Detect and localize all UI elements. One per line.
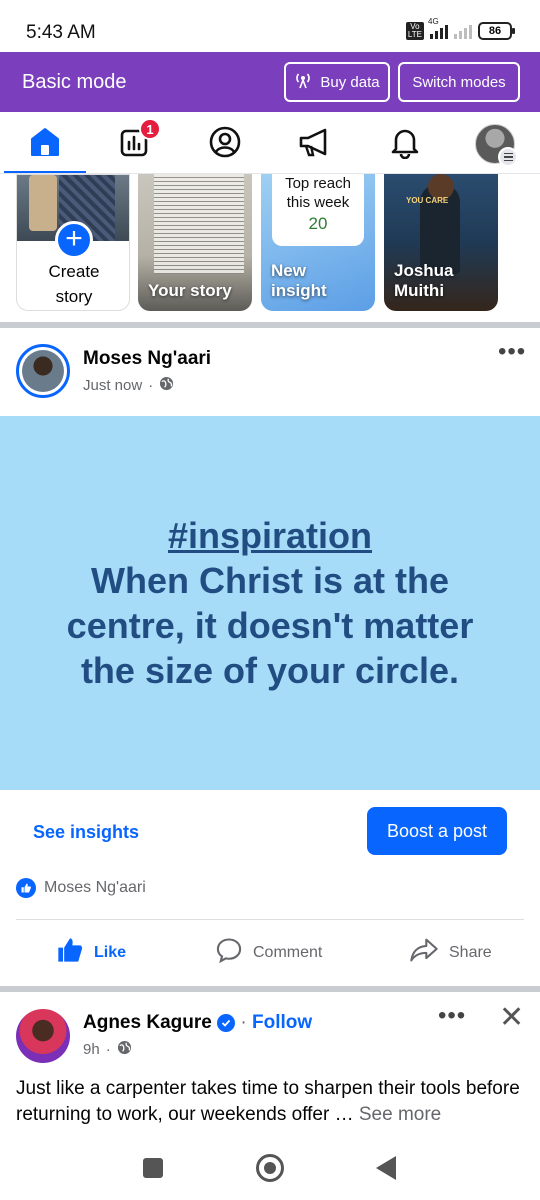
home-icon	[28, 125, 62, 164]
plus-icon: +	[55, 221, 93, 259]
reactions-names: Moses Ng'aari	[44, 879, 146, 896]
nav-ads[interactable]	[293, 122, 337, 166]
close-icon[interactable]: ✕	[499, 1000, 524, 1035]
post-author-line: Agnes Kagure · Follow	[83, 1012, 312, 1034]
switch-modes-button[interactable]: Switch modes	[398, 62, 520, 102]
share-icon	[409, 936, 439, 969]
post-hashtag[interactable]: #inspiration	[168, 515, 372, 556]
battery-icon: 86	[478, 22, 515, 40]
menu-icon	[498, 147, 518, 167]
new-insight-card[interactable]: Top reach this week 20 New insight	[261, 174, 375, 311]
bell-icon	[388, 125, 422, 164]
status-icons: Vo LTE 4G 86	[405, 17, 515, 40]
nav-insights[interactable]: 1	[113, 118, 161, 166]
back-button[interactable]	[376, 1156, 396, 1180]
buy-data-button[interactable]: Buy data	[284, 62, 390, 102]
like-button[interactable]: Like	[56, 936, 126, 969]
friend-story-card[interactable]: YOU CARE Joshua Muithi	[384, 174, 498, 311]
basic-mode-bar: Basic mode Buy data Switch modes	[0, 52, 540, 112]
reactions-summary[interactable]: Moses Ng'aari	[16, 878, 146, 898]
like-reaction-icon	[16, 878, 36, 898]
globe-icon	[117, 1040, 132, 1059]
verified-badge-icon	[217, 1013, 236, 1032]
insight-card-value: 20	[308, 214, 328, 233]
more-options-icon[interactable]: •••	[438, 1002, 466, 1030]
story-label: Joshua Muithi	[394, 261, 454, 300]
volte-icon: Vo LTE	[405, 22, 424, 40]
status-time: 5:43 AM	[26, 22, 96, 43]
nav-menu[interactable]	[473, 122, 518, 167]
basic-mode-title: Basic mode	[22, 71, 127, 93]
globe-icon	[159, 376, 174, 395]
story-overlay-text: YOU CARE	[406, 196, 449, 205]
megaphone-icon	[297, 125, 333, 164]
post-time: 9h	[83, 1041, 100, 1058]
profile-icon	[208, 125, 242, 164]
network-type: 4G	[428, 17, 439, 26]
post-meta: 9h ·	[83, 1040, 132, 1059]
post-content: #inspiration When Christ is at the centr…	[40, 513, 500, 693]
see-more-link[interactable]: See more	[359, 1104, 441, 1125]
post-meta: Just now ·	[83, 376, 174, 395]
your-story-card[interactable]: Your story	[138, 174, 252, 311]
post-author-avatar[interactable]	[16, 344, 70, 398]
post-text: Just like a carpenter takes time to shar…	[16, 1076, 526, 1128]
screen: 5:43 AM Vo LTE 4G 86 Basic mode Buy data …	[0, 0, 540, 1200]
home-button[interactable]	[256, 1154, 284, 1182]
boost-post-button[interactable]: Boost a post	[367, 807, 507, 855]
meta-separator: ·	[148, 377, 154, 394]
comment-label: Comment	[253, 943, 323, 961]
meta-separator: ·	[105, 1041, 111, 1058]
buy-data-label: Buy data	[320, 73, 380, 91]
see-insights-link[interactable]: See insights	[33, 822, 139, 843]
avatar	[475, 124, 518, 167]
recent-apps-button[interactable]	[143, 1158, 163, 1178]
post-text: When Christ is at the centre, it doesn't…	[66, 560, 474, 691]
like-label: Like	[94, 943, 127, 961]
story-thumbnail	[154, 174, 244, 274]
system-navigation-bar	[0, 1138, 540, 1200]
share-button[interactable]: Share	[409, 936, 492, 969]
post-time: Just now	[83, 377, 143, 394]
notification-badge: 1	[139, 118, 161, 140]
boost-post-label: Boost a post	[386, 820, 488, 841]
insight-card-title: Top reach this week	[285, 175, 351, 211]
top-navigation: 1	[0, 112, 540, 174]
post-author-name[interactable]: Moses Ng'aari	[83, 348, 211, 370]
more-options-icon[interactable]: •••	[498, 338, 526, 366]
post-author-avatar[interactable]	[16, 1009, 70, 1063]
post-card: Moses Ng'aari Just now · ••• #inspiratio…	[0, 328, 540, 986]
create-story-card[interactable]: + Create story	[16, 174, 130, 311]
stories-row: + Create story Your story Top reach this…	[0, 174, 540, 324]
follow-separator: ·	[240, 1012, 247, 1033]
antenna-icon	[294, 71, 312, 93]
post-card: Agnes Kagure · Follow 9h · ••• ✕ Just li…	[0, 992, 540, 1138]
signal-icon-secondary	[454, 23, 472, 39]
post-author-name[interactable]: Agnes Kagure	[83, 1012, 212, 1033]
insight-summary-card: Top reach this week 20	[272, 174, 364, 246]
thumbs-up-icon	[56, 936, 84, 969]
story-label: Your story	[148, 281, 232, 300]
create-story-label: Create story	[48, 262, 100, 306]
comment-button[interactable]: Comment	[215, 936, 322, 969]
story-label: New insight	[271, 261, 327, 300]
share-label: Share	[449, 943, 492, 961]
nav-profile[interactable]	[203, 122, 247, 166]
nav-home[interactable]	[23, 122, 67, 166]
post-divider	[16, 919, 524, 920]
signal-icon: 4G	[428, 17, 448, 39]
status-bar: 5:43 AM Vo LTE 4G 86	[0, 0, 540, 52]
post-text-background: #inspiration When Christ is at the centr…	[0, 416, 540, 790]
follow-button[interactable]: Follow	[252, 1012, 312, 1033]
comment-icon	[215, 936, 243, 969]
switch-modes-label: Switch modes	[412, 73, 506, 91]
post-body-text: Just like a carpenter takes time to shar…	[16, 1078, 520, 1125]
nav-notifications[interactable]	[383, 122, 427, 166]
